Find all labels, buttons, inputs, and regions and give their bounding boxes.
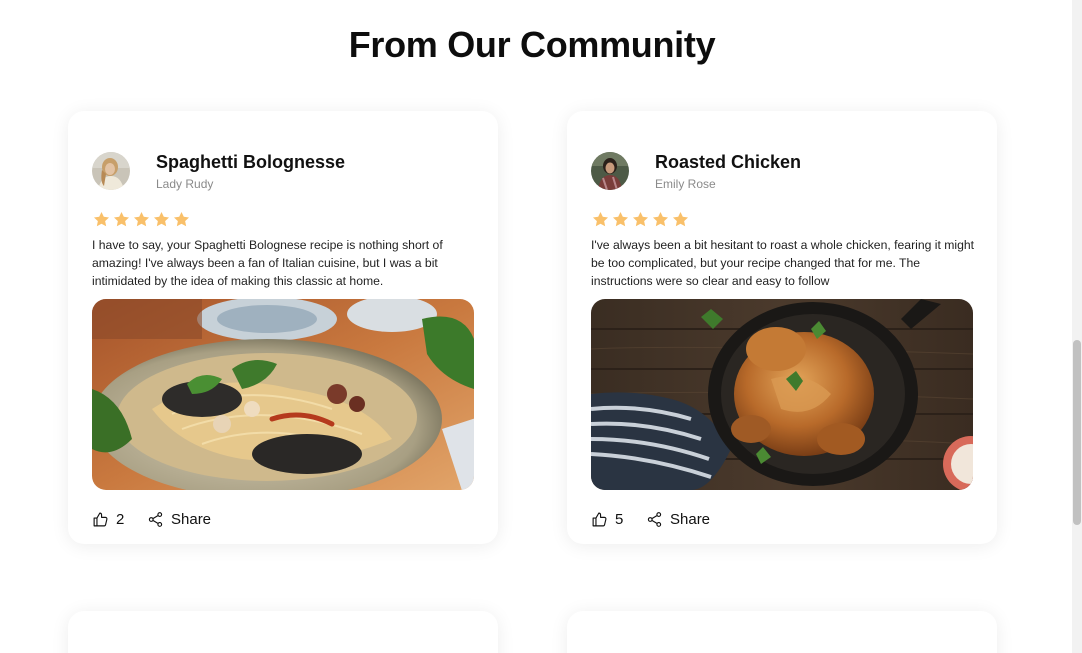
star-icon (632, 211, 649, 227)
share-button[interactable]: Share (646, 509, 710, 529)
author-name[interactable]: Lady Rudy (156, 177, 213, 191)
review-text: I've always been a bit hesitant to roast… (591, 238, 975, 288)
like-count: 2 (116, 510, 125, 528)
thumbs-up-icon (592, 512, 607, 526)
star-icon (153, 211, 170, 227)
rating-stars (591, 210, 690, 230)
thumbs-up-icon (93, 512, 108, 526)
scrollbar-thumb[interactable] (1073, 340, 1081, 525)
post-actions: 5 Share (591, 509, 891, 529)
share-icon (148, 511, 163, 527)
share-icon (647, 511, 662, 527)
community-post-card: Spaghetti Bolognesse Lady Rudy I have to… (68, 111, 498, 544)
community-post-card (68, 611, 498, 653)
star-icon (133, 211, 150, 227)
community-page: From Our Community Spaghetti Bolognesse … (0, 0, 1082, 653)
share-button[interactable]: Share (147, 509, 211, 529)
avatar[interactable] (591, 152, 629, 190)
star-icon (672, 211, 689, 227)
post-header: Spaghetti Bolognesse Lady Rudy (92, 152, 472, 191)
like-button[interactable]: 2 (92, 509, 124, 529)
star-icon (612, 211, 629, 227)
scrollbar[interactable] (1072, 0, 1082, 653)
post-actions: 2 Share (92, 509, 392, 529)
avatar[interactable] (92, 152, 130, 190)
like-button[interactable]: 5 (591, 509, 623, 529)
star-icon (173, 211, 190, 227)
share-label: Share (171, 510, 212, 528)
like-count: 5 (615, 510, 624, 528)
share-label: Share (670, 510, 711, 528)
community-post-card (567, 611, 997, 653)
star-icon (652, 211, 669, 227)
review-text: I have to say, your Spaghetti Bolognese … (92, 238, 443, 288)
section-title: From Our Community (348, 24, 716, 65)
post-header: Roasted Chicken Emily Rose (591, 152, 971, 191)
roasted-chicken-photo[interactable] (591, 299, 973, 490)
community-post-card: Roasted Chicken Emily Rose I've always b… (567, 111, 997, 544)
star-icon (113, 211, 130, 227)
author-name[interactable]: Emily Rose (655, 177, 716, 191)
rating-stars (92, 210, 191, 230)
spaghetti-photo[interactable] (92, 299, 474, 490)
recipe-title[interactable]: Spaghetti Bolognesse (156, 152, 345, 173)
star-icon (592, 211, 609, 227)
star-icon (93, 211, 110, 227)
recipe-title[interactable]: Roasted Chicken (655, 152, 801, 173)
